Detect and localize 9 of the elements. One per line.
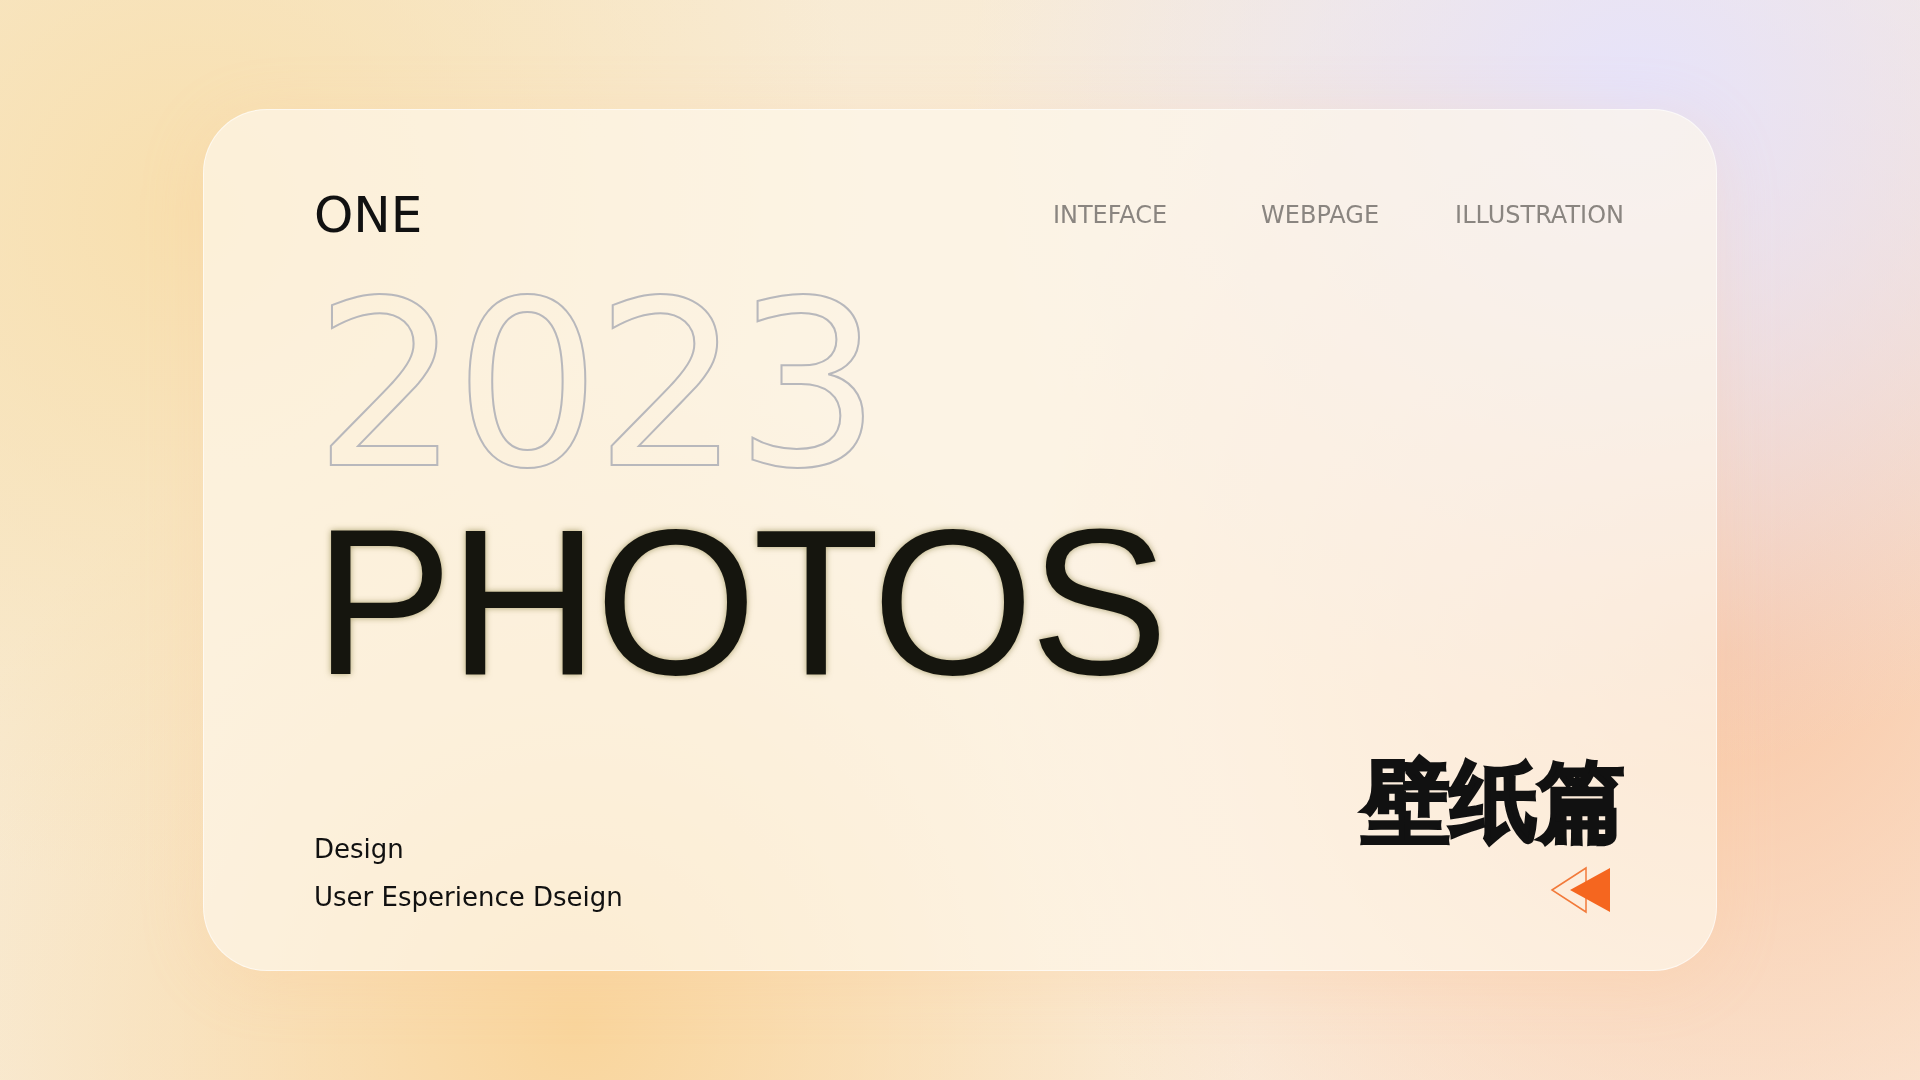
hero-title: PHOTOS [314,509,1165,697]
year-outline-text: 2023 [314,282,876,489]
back-arrow-icon[interactable] [1550,866,1612,914]
nav-link[interactable]: ILLUSTRATION [1455,197,1624,233]
nav-link[interactable]: INTEFACE [1035,197,1186,233]
nav-link[interactable]: WEBPAGE [1245,197,1396,233]
logo-text: ONE [314,190,423,240]
subtitle-text: User Esperience Dseign [314,881,623,914]
subtitle-text: Design [314,833,405,866]
